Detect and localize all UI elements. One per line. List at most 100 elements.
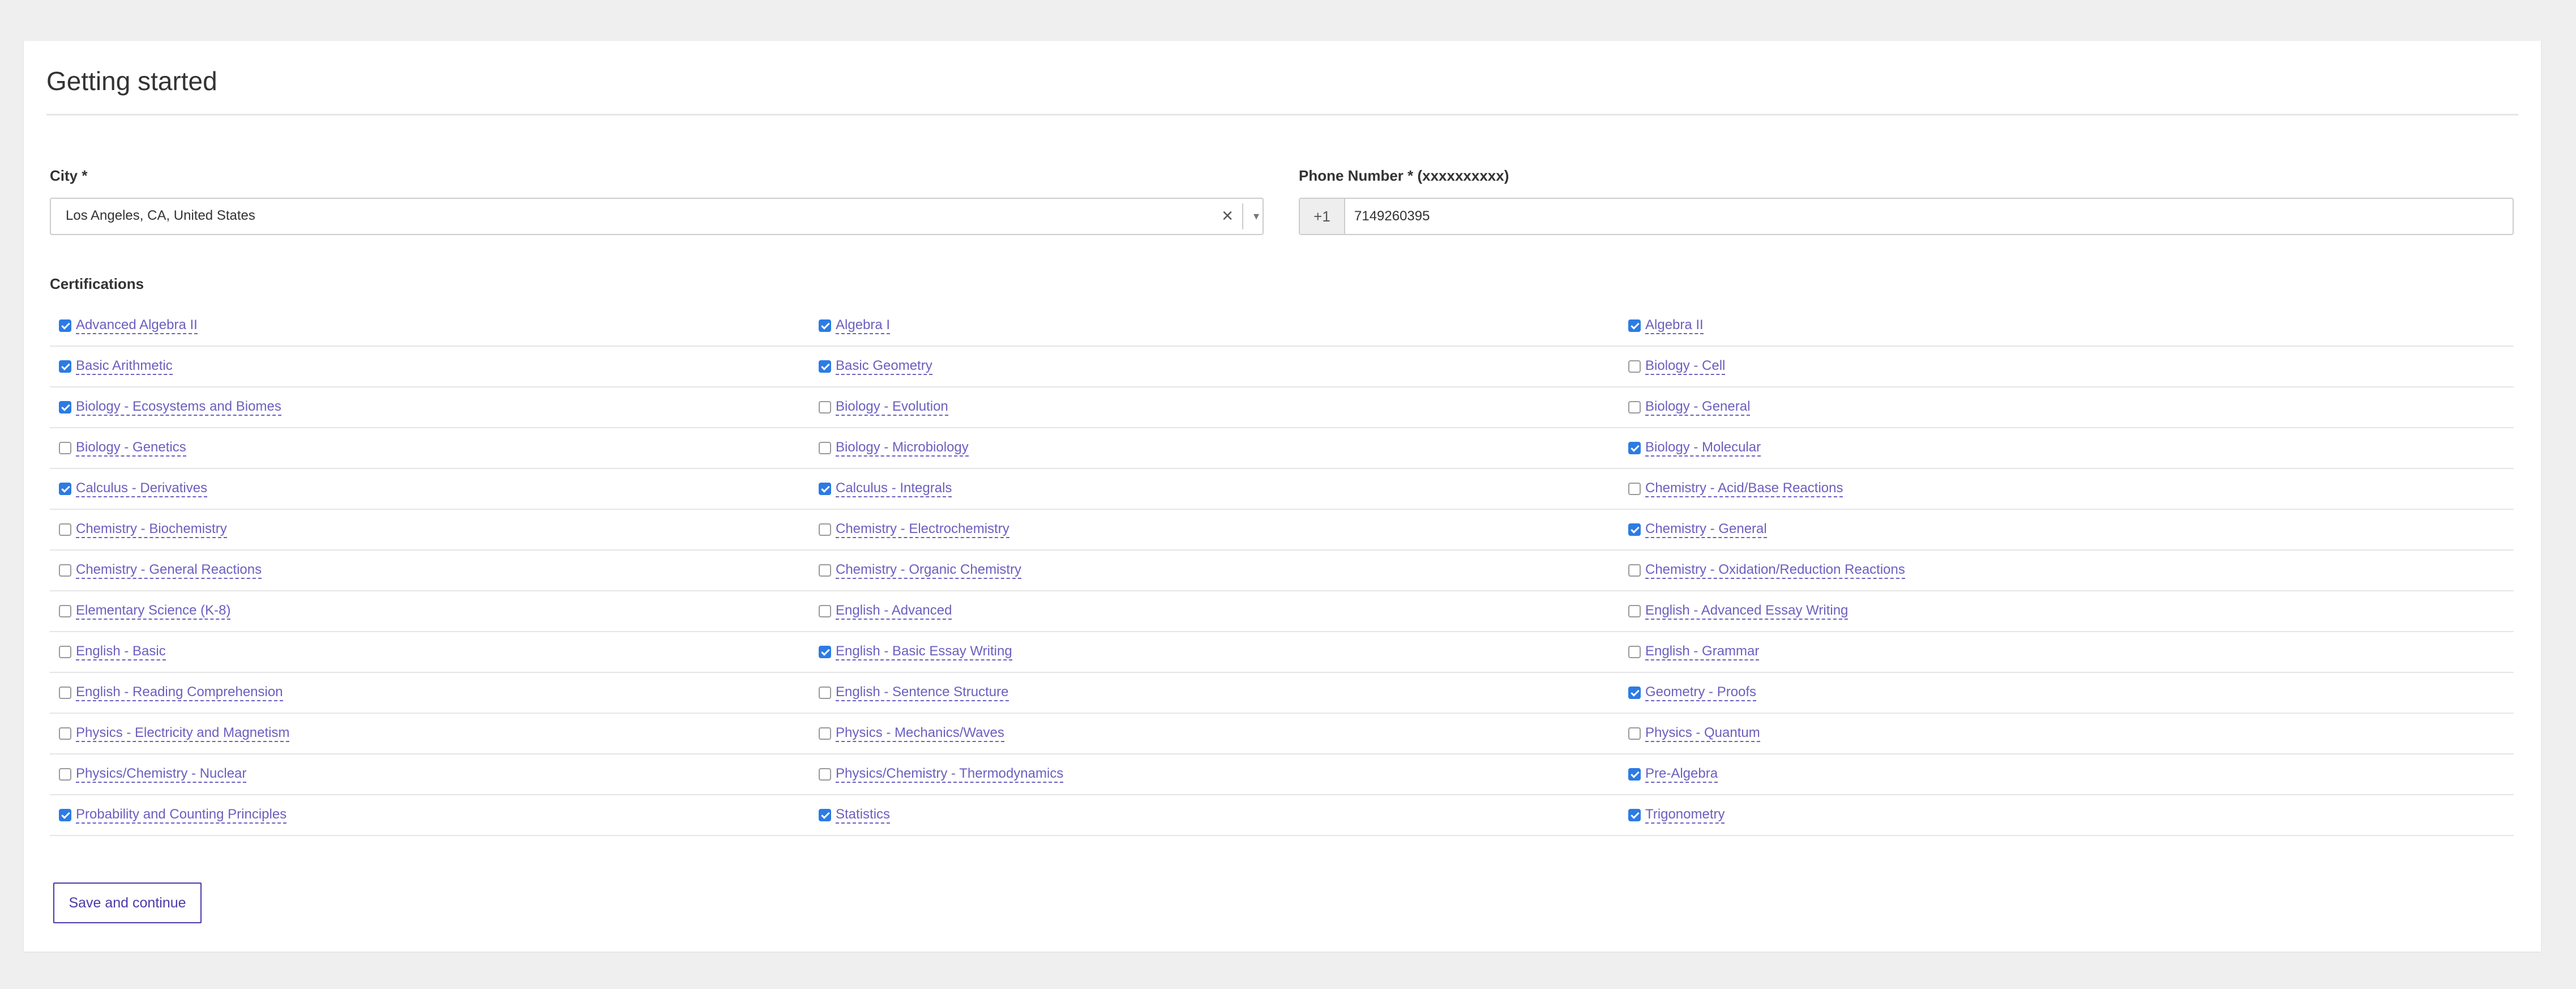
certification-label[interactable]: Physics/Chemistry - Nuclear <box>76 766 247 783</box>
certification-item[interactable]: Algebra I <box>810 306 1619 347</box>
city-select-value[interactable]: Los Angeles, CA, United States <box>66 208 255 224</box>
checkbox-checked[interactable] <box>59 360 71 373</box>
certification-item[interactable]: Probability and Counting Principles <box>50 795 810 836</box>
certification-label[interactable]: Chemistry - Organic Chemistry <box>836 562 1022 579</box>
checkbox-unchecked[interactable] <box>59 727 71 740</box>
checkbox-unchecked[interactable] <box>1628 401 1641 413</box>
chevron-down-icon[interactable]: ▾ <box>1253 208 1259 225</box>
certification-label[interactable]: English - Grammar <box>1645 643 1760 660</box>
checkbox-unchecked[interactable] <box>59 564 71 577</box>
checkbox-checked[interactable] <box>1628 523 1641 536</box>
certification-label[interactable]: English - Basic <box>76 643 166 660</box>
certification-item[interactable]: English - Basic <box>50 632 810 673</box>
certification-label[interactable]: Trigonometry <box>1645 807 1725 824</box>
certification-label[interactable]: English - Sentence Structure <box>836 684 1009 701</box>
certification-item[interactable]: Chemistry - Biochemistry <box>50 510 810 551</box>
clear-icon[interactable]: × <box>1222 204 1233 227</box>
certification-label[interactable]: Chemistry - Oxidation/Reduction Reaction… <box>1645 562 1905 579</box>
certification-label[interactable]: Biology - Genetics <box>76 440 186 457</box>
certification-label[interactable]: Calculus - Derivatives <box>76 480 208 497</box>
checkbox-checked[interactable] <box>59 483 71 495</box>
certification-item[interactable]: Geometry - Proofs <box>1619 673 2514 714</box>
checkbox-unchecked[interactable] <box>1628 360 1641 373</box>
checkbox-unchecked[interactable] <box>1628 564 1641 577</box>
checkbox-unchecked[interactable] <box>59 646 71 658</box>
certification-item[interactable]: Elementary Science (K-8) <box>50 591 810 632</box>
certification-label[interactable]: Chemistry - General <box>1645 521 1767 538</box>
checkbox-unchecked[interactable] <box>819 727 831 740</box>
certification-item[interactable]: Chemistry - Organic Chemistry <box>810 551 1619 591</box>
certification-item[interactable]: Chemistry - General Reactions <box>50 551 810 591</box>
checkbox-unchecked[interactable] <box>819 687 831 699</box>
certification-item[interactable]: Chemistry - Electrochemistry <box>810 510 1619 551</box>
checkbox-checked[interactable] <box>819 646 831 658</box>
certification-label[interactable]: Physics - Electricity and Magnetism <box>76 725 290 742</box>
certification-item[interactable]: Biology - Evolution <box>810 387 1619 428</box>
certification-item[interactable]: English - Reading Comprehension <box>50 673 810 714</box>
checkbox-unchecked[interactable] <box>1628 727 1641 740</box>
certification-label[interactable]: Geometry - Proofs <box>1645 684 1757 701</box>
certification-label[interactable]: Basic Arithmetic <box>76 358 173 375</box>
checkbox-checked[interactable] <box>59 319 71 332</box>
certification-label[interactable]: Algebra II <box>1645 317 1704 334</box>
checkbox-checked[interactable] <box>1628 809 1641 821</box>
certification-item[interactable]: Chemistry - Oxidation/Reduction Reaction… <box>1619 551 2514 591</box>
certification-label[interactable]: English - Advanced Essay Writing <box>1645 603 1848 620</box>
certification-item[interactable]: Calculus - Integrals <box>810 469 1619 510</box>
certification-label[interactable]: Advanced Algebra II <box>76 317 198 334</box>
certification-item[interactable]: English - Advanced <box>810 591 1619 632</box>
checkbox-checked[interactable] <box>1628 442 1641 454</box>
certification-label[interactable]: Chemistry - Electrochemistry <box>836 521 1009 538</box>
checkbox-unchecked[interactable] <box>1628 605 1641 617</box>
certification-item[interactable]: Basic Geometry <box>810 347 1619 387</box>
certification-item[interactable]: Basic Arithmetic <box>50 347 810 387</box>
certification-item[interactable]: Trigonometry <box>1619 795 2514 836</box>
certification-label[interactable]: Probability and Counting Principles <box>76 807 287 824</box>
certification-item[interactable]: Physics - Mechanics/Waves <box>810 714 1619 754</box>
checkbox-unchecked[interactable] <box>819 523 831 536</box>
certification-label[interactable]: Statistics <box>836 807 891 824</box>
certification-item[interactable]: English - Basic Essay Writing <box>810 632 1619 673</box>
checkbox-checked[interactable] <box>59 401 71 413</box>
certification-label[interactable]: Pre-Algebra <box>1645 766 1718 783</box>
certification-item[interactable]: Chemistry - Acid/Base Reactions <box>1619 469 2514 510</box>
certification-label[interactable]: Biology - General <box>1645 399 1751 416</box>
certification-label[interactable]: Biology - Evolution <box>836 399 948 416</box>
certification-label[interactable]: Chemistry - Acid/Base Reactions <box>1645 480 1843 497</box>
phone-input[interactable] <box>1345 199 2513 234</box>
certification-item[interactable]: Biology - Cell <box>1619 347 2514 387</box>
save-and-continue-button[interactable]: Save and continue <box>53 883 202 923</box>
checkbox-unchecked[interactable] <box>1628 646 1641 658</box>
certification-label[interactable]: Basic Geometry <box>836 358 932 375</box>
certification-item[interactable]: English - Grammar <box>1619 632 2514 673</box>
certification-item[interactable]: Statistics <box>810 795 1619 836</box>
certification-label[interactable]: Calculus - Integrals <box>836 480 952 497</box>
certification-label[interactable]: Biology - Ecosystems and Biomes <box>76 399 281 416</box>
certification-label[interactable]: English - Advanced <box>836 603 952 620</box>
certification-item[interactable]: Physics - Quantum <box>1619 714 2514 754</box>
checkbox-checked[interactable] <box>1628 687 1641 699</box>
certification-label[interactable]: Physics - Quantum <box>1645 725 1760 742</box>
checkbox-unchecked[interactable] <box>59 687 71 699</box>
certification-item[interactable]: Advanced Algebra II <box>50 306 810 347</box>
city-select[interactable]: Los Angeles, CA, United States × ▾ <box>50 198 1264 235</box>
certification-item[interactable]: Calculus - Derivatives <box>50 469 810 510</box>
certification-item[interactable]: Chemistry - General <box>1619 510 2514 551</box>
checkbox-unchecked[interactable] <box>819 768 831 781</box>
checkbox-unchecked[interactable] <box>819 442 831 454</box>
checkbox-unchecked[interactable] <box>59 523 71 536</box>
checkbox-unchecked[interactable] <box>819 564 831 577</box>
checkbox-unchecked[interactable] <box>59 605 71 617</box>
checkbox-checked[interactable] <box>1628 768 1641 781</box>
checkbox-checked[interactable] <box>819 809 831 821</box>
certification-item[interactable]: Biology - General <box>1619 387 2514 428</box>
checkbox-checked[interactable] <box>819 319 831 332</box>
certification-label[interactable]: Chemistry - General Reactions <box>76 562 262 579</box>
checkbox-unchecked[interactable] <box>819 605 831 617</box>
certification-item[interactable]: Physics - Electricity and Magnetism <box>50 714 810 754</box>
checkbox-checked[interactable] <box>819 483 831 495</box>
certification-label[interactable]: Biology - Microbiology <box>836 440 969 457</box>
checkbox-checked[interactable] <box>59 809 71 821</box>
certification-item[interactable]: Biology - Ecosystems and Biomes <box>50 387 810 428</box>
certification-item[interactable]: Biology - Genetics <box>50 428 810 469</box>
